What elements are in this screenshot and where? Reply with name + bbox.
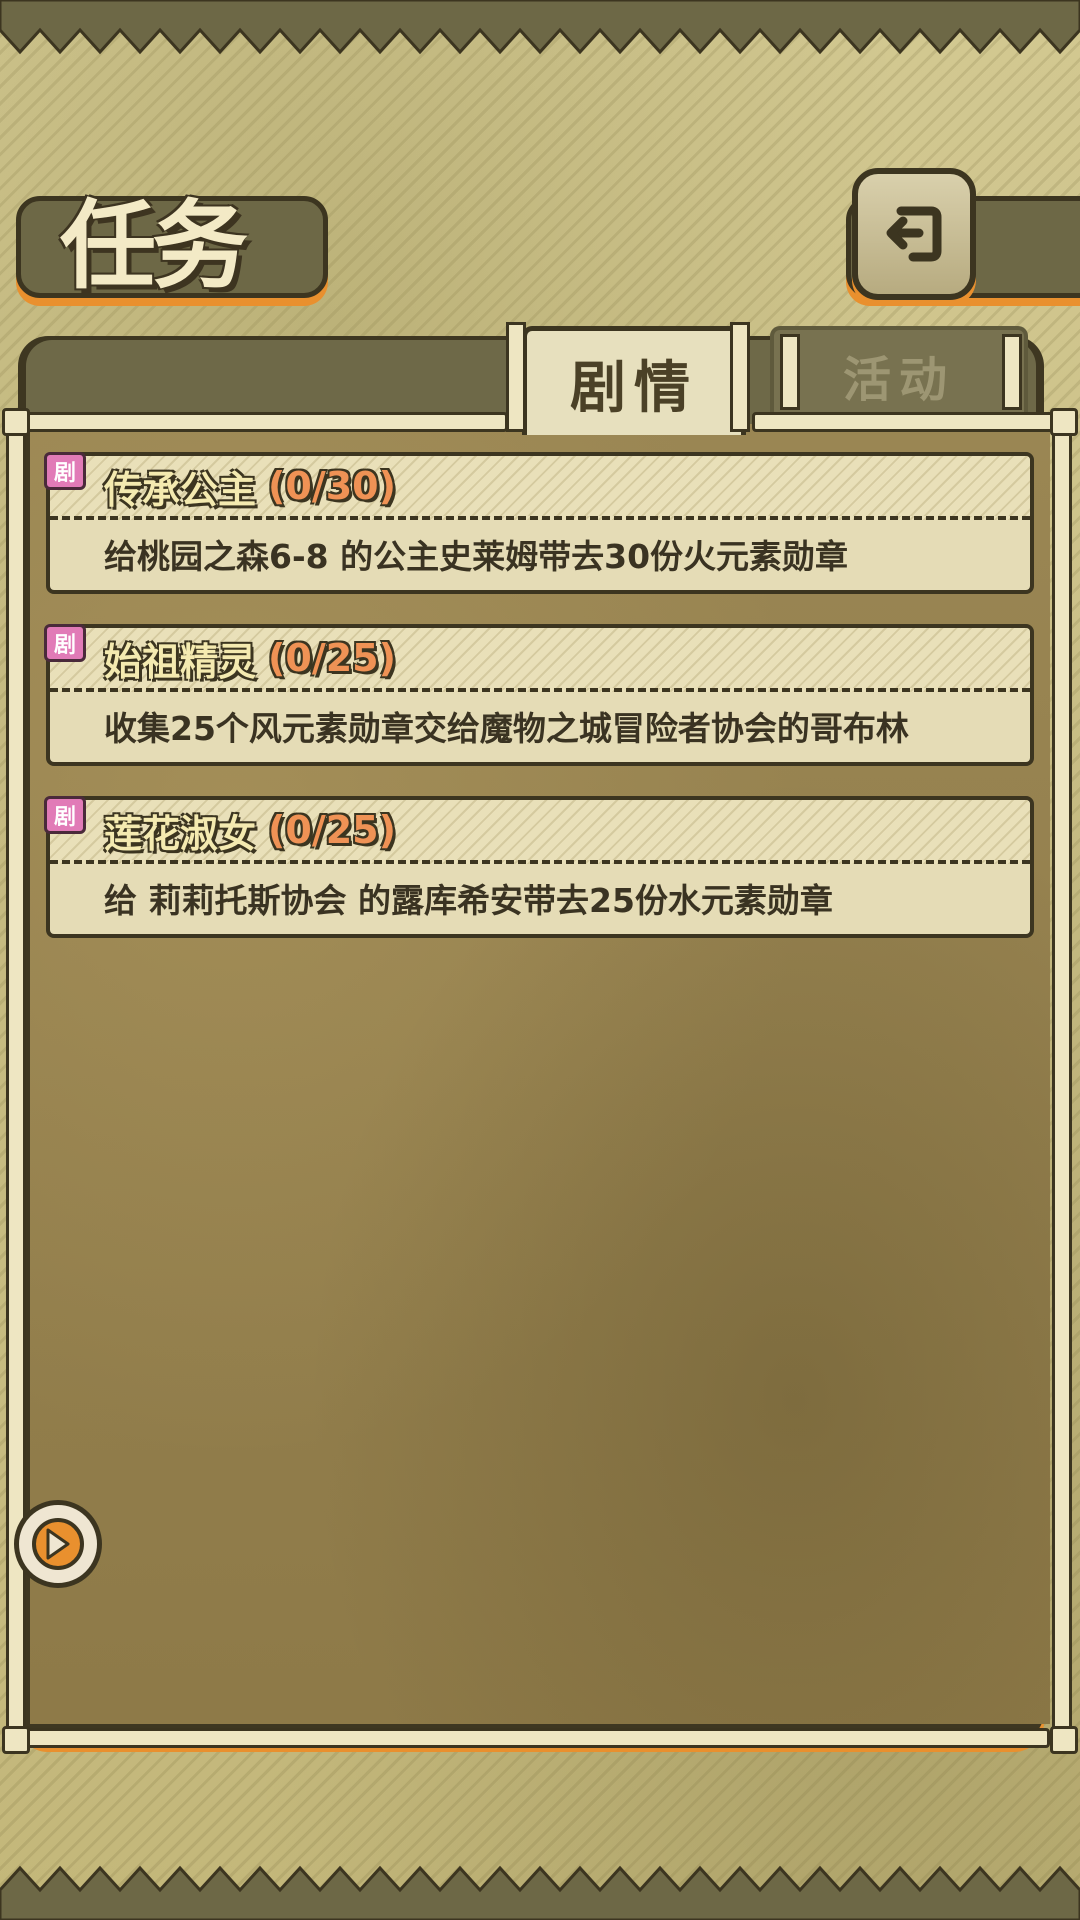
story-badge-icon: 剧 [44,452,86,490]
frame-corner-knob [2,408,30,436]
quest-card[interactable]: 传承公主 (0/30) 给桃园之森6-8 的公主史莱姆带去30份火元素勋章 [46,452,1034,594]
scroll-button[interactable] [14,1500,102,1588]
tab-event-label: 活动 [842,352,955,408]
quest-description: 给桃园之森6-8 的公主史莱姆带去30份火元素勋章 [104,537,849,576]
story-badge-icon: 剧 [44,796,86,834]
quest-name: 始祖精灵 [104,639,257,684]
tab-story[interactable]: 剧情 [522,326,746,435]
quest-progress: (0/30) [268,464,396,508]
frame-rail-top-right [752,412,1056,432]
tab-event[interactable]: 活动 [770,326,1028,420]
tab-event-post-left [780,334,800,410]
bottom-zigzag-border [0,1865,1080,1920]
frame-corner-knob [1050,408,1078,436]
return-arrow-icon [886,206,942,262]
frame-rail-bottom [26,1728,1050,1748]
quest-header: 始祖精灵 (0/25) [50,628,1030,692]
quest-name: 传承公主 [104,467,257,512]
tab-story-post-right [730,322,750,432]
quest-name: 莲花淑女 [104,811,257,856]
quest-header: 莲花淑女 (0/25) [50,800,1030,864]
quest-card[interactable]: 始祖精灵 (0/25) 收集25个风元素勋章交给魔物之城冒险者协会的哥布林 [46,624,1034,766]
quest-card[interactable]: 莲花淑女 (0/25) 给 莉莉托斯协会 的露库希安带去25份水元素勋章 [46,796,1034,938]
story-badge-icon: 剧 [44,624,86,662]
top-zigzag-border [0,0,1080,55]
page-title: 任务 [60,189,248,302]
quest-description: 给 莉莉托斯协会 的露库希安带去25份水元素勋章 [104,881,833,920]
tab-event-post-right [1002,334,1022,410]
quest-list-area [30,424,1050,1724]
frame-rail-right [1052,418,1072,1746]
frame-corner-knob [1050,1726,1078,1754]
arrow-corner-icon [32,1518,84,1570]
quest-description: 收集25个风元素勋章交给魔物之城冒险者协会的哥布林 [104,709,909,748]
quest-header: 传承公主 (0/30) [50,456,1030,520]
back-button[interactable] [852,168,976,300]
quest-progress: (0/25) [268,636,396,680]
tab-story-post-left [506,322,526,432]
quest-progress: (0/25) [268,808,396,852]
tab-story-label: 剧情 [570,355,698,421]
frame-rail-top-left [6,412,508,432]
frame-corner-knob [2,1726,30,1754]
